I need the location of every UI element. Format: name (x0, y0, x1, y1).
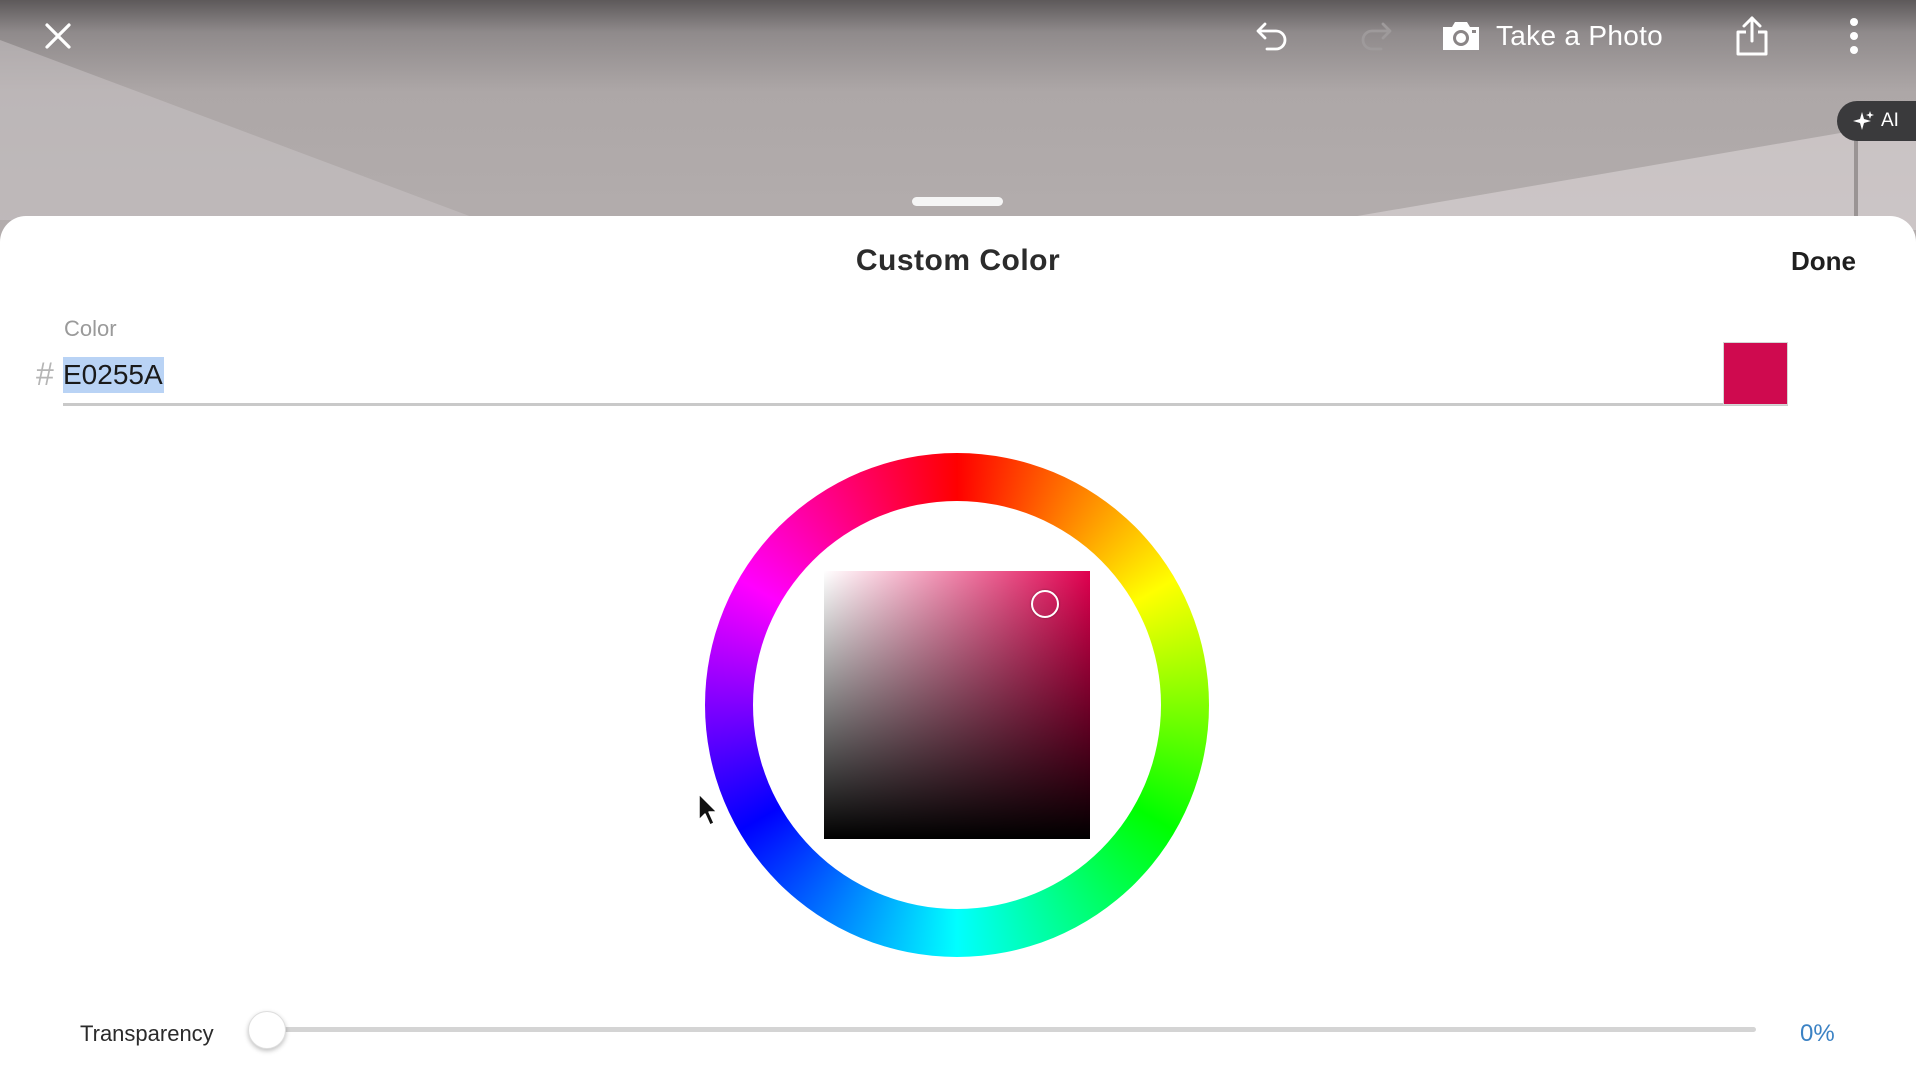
more-vertical-icon (1850, 18, 1858, 54)
redo-button[interactable] (1352, 12, 1400, 60)
top-toolbar: Take a Photo (0, 0, 1916, 72)
color-preview-swatch (1723, 342, 1788, 405)
hash-prefix: # (36, 356, 54, 392)
custom-color-sheet: Custom Color Done Color # Transparency 0… (0, 216, 1916, 1080)
share-button[interactable] (1728, 12, 1776, 60)
redo-icon (1361, 22, 1392, 51)
hex-color-input[interactable] (63, 355, 1713, 395)
transparency-slider-track[interactable] (266, 1027, 1756, 1032)
undo-icon (1256, 22, 1287, 51)
camera-icon (1443, 22, 1479, 50)
ai-label: AI (1881, 110, 1899, 131)
sparkle-icon (1853, 111, 1874, 130)
ai-button[interactable]: AI (1837, 101, 1916, 141)
close-button[interactable] (34, 12, 82, 60)
transparency-label: Transparency (80, 1021, 214, 1046)
scene-shape (1276, 120, 1916, 230)
transparency-value: 0% (1800, 1020, 1835, 1047)
color-label: Color (64, 316, 117, 341)
close-icon (45, 23, 71, 49)
transparency-slider-thumb[interactable] (248, 1011, 286, 1049)
share-icon (1736, 16, 1768, 56)
take-photo-button[interactable]: Take a Photo (1440, 12, 1663, 60)
input-underline (63, 403, 1788, 406)
undo-button[interactable] (1248, 12, 1296, 60)
mouse-pointer-icon (698, 793, 718, 826)
take-photo-label: Take a Photo (1496, 20, 1664, 51)
saturation-value-knob[interactable] (1031, 590, 1059, 618)
done-button[interactable]: Done (1791, 246, 1856, 277)
sheet-title: Custom Color (855, 244, 1061, 277)
more-options-button[interactable] (1830, 12, 1878, 60)
sheet-drag-handle[interactable] (912, 197, 1003, 206)
